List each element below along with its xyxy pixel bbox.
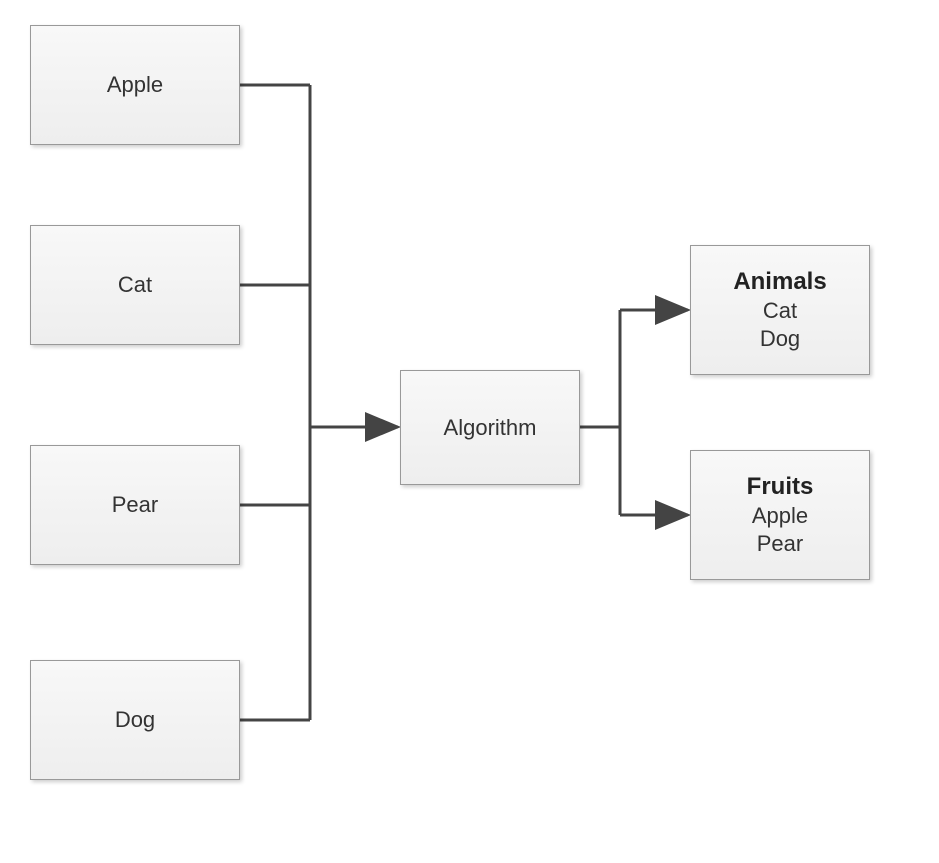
input-box-3: Dog	[30, 660, 240, 780]
output-item: Pear	[757, 531, 803, 557]
output-title: Fruits	[747, 473, 814, 501]
input-box-0: Apple	[30, 25, 240, 145]
input-label: Dog	[115, 707, 155, 733]
input-label: Cat	[118, 272, 152, 298]
output-item: Dog	[760, 326, 800, 352]
output-item: Apple	[752, 503, 808, 529]
processor-box: Algorithm	[400, 370, 580, 485]
input-label: Apple	[107, 72, 163, 98]
input-box-2: Pear	[30, 445, 240, 565]
processor-label: Algorithm	[444, 415, 537, 441]
input-label: Pear	[112, 492, 158, 518]
input-box-1: Cat	[30, 225, 240, 345]
output-box-1: FruitsApplePear	[690, 450, 870, 580]
output-item: Cat	[763, 298, 797, 324]
output-title: Animals	[733, 268, 826, 296]
output-box-0: AnimalsCatDog	[690, 245, 870, 375]
